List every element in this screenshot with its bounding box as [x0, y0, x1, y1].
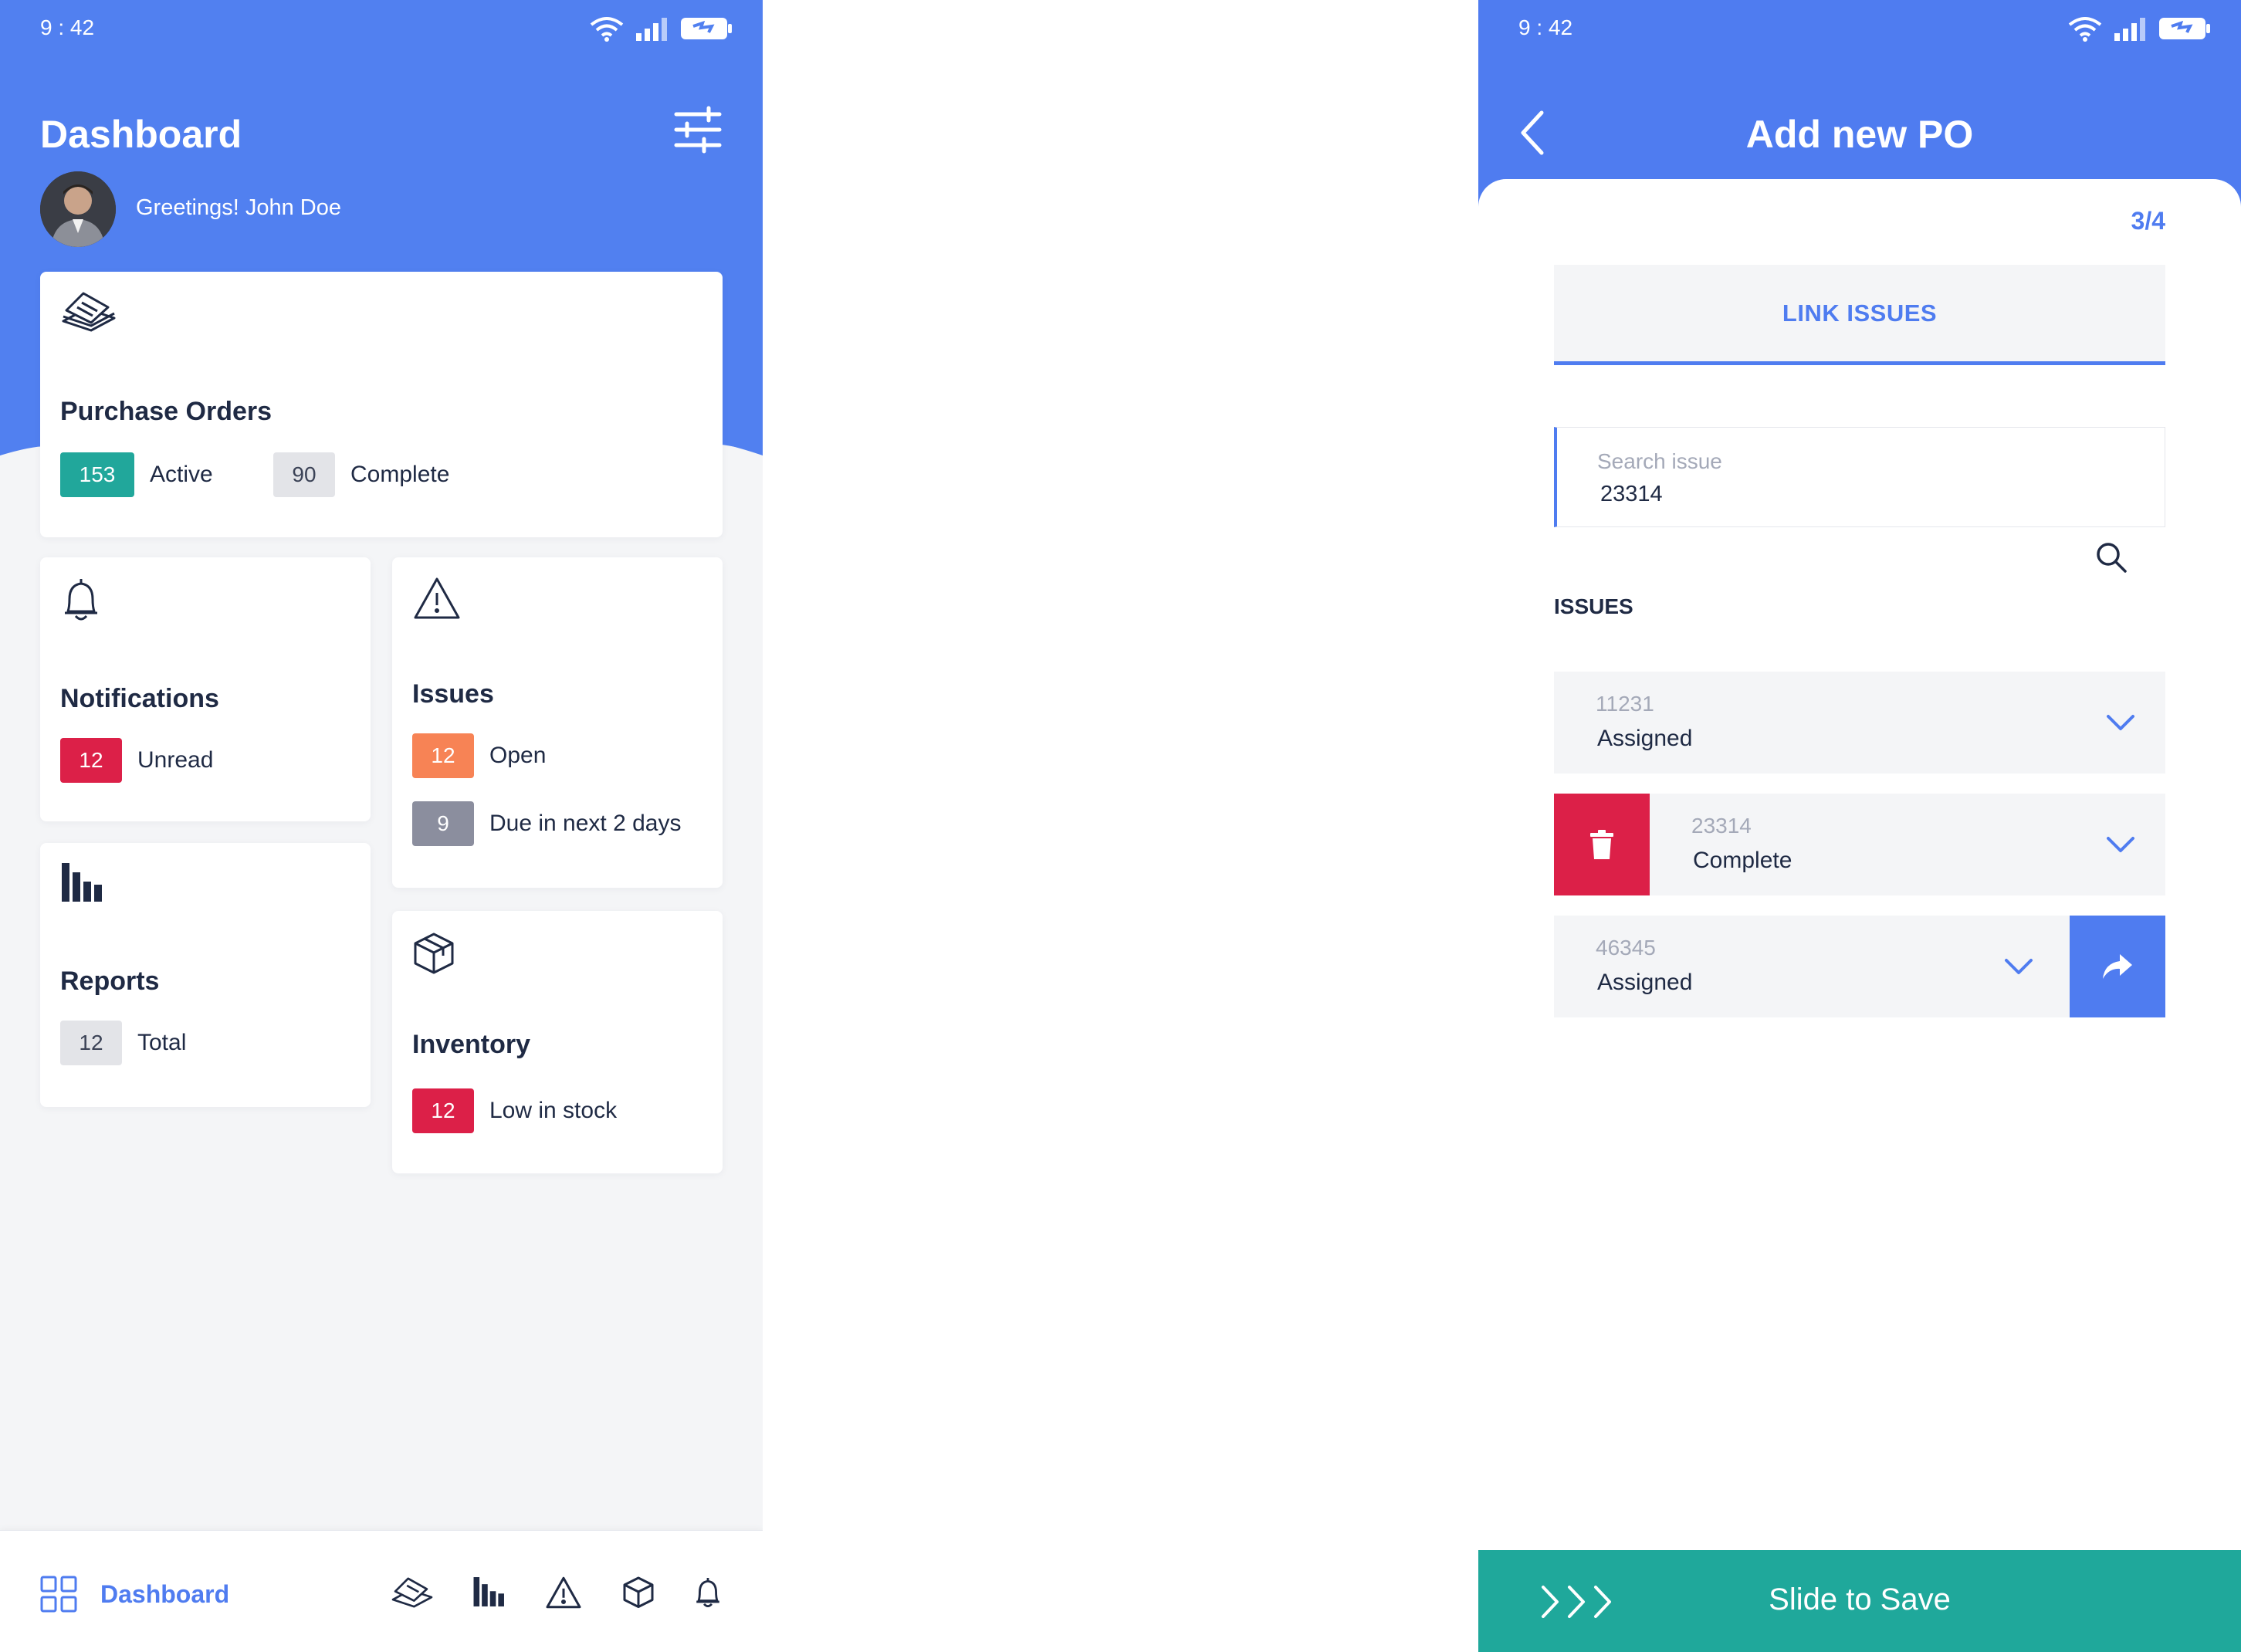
stat-label: Unread [137, 747, 214, 773]
card-title: Reports [60, 966, 160, 996]
wifi-icon [590, 17, 624, 42]
issue-id: 46345 [1596, 936, 1656, 960]
notifications-card[interactable]: Notifications 12 Unread [40, 557, 371, 821]
card-title: Inventory [412, 1030, 531, 1059]
search-value: 23314 [1600, 482, 1663, 506]
active-stat[interactable]: 153 Active [60, 452, 213, 497]
inventory-icon[interactable] [622, 1576, 655, 1608]
share-arrow-icon [2103, 954, 2132, 979]
dashboard-screen: 9 : 42 Dashboard Greetings! John Doe Pur… [0, 0, 763, 1652]
count-badge: 90 [273, 452, 335, 497]
issue-row[interactable]: 11231 Assigned [1554, 672, 2165, 774]
card-title: Notifications [60, 684, 219, 713]
count-badge: 12 [412, 733, 474, 778]
issue-id: 11231 [1596, 692, 1654, 716]
issue-row[interactable]: 23314 Complete [1650, 794, 2165, 895]
slide-to-save[interactable]: Slide to Save [1478, 1550, 2241, 1652]
slide-label: Slide to Save [1769, 1583, 1951, 1616]
nav-item-label: Dashboard [100, 1579, 230, 1608]
status-icons [2067, 15, 2212, 42]
chevron-down-icon[interactable] [2003, 956, 2034, 977]
issues-card[interactable]: Issues 12 Open 9 Due in next 2 days [392, 557, 723, 888]
stat-label: Complete [350, 462, 450, 487]
reports-icon[interactable] [472, 1576, 506, 1608]
page-title: Dashboard [40, 113, 242, 156]
step-indicator: 3/4 [2131, 207, 2165, 235]
wifi-icon [2068, 17, 2102, 42]
battery-icon [2159, 18, 2210, 39]
delete-button[interactable] [1554, 794, 1650, 895]
search-input[interactable]: Search issue 23314 [1554, 427, 2165, 527]
avatar[interactable] [40, 171, 116, 247]
issues-icon[interactable] [545, 1576, 582, 1610]
complete-stat[interactable]: 90 Complete [273, 452, 449, 497]
notifications-icon[interactable] [693, 1576, 723, 1610]
stat-label: Due in next 2 days [489, 811, 682, 836]
reports-card[interactable]: Reports 12 Total [40, 843, 371, 1107]
bottom-nav: Dashboard [0, 1530, 763, 1652]
chevron-down-icon[interactable] [2105, 712, 2136, 733]
low-stock-stat[interactable]: 12 Low in stock [412, 1088, 617, 1133]
greeting-text: Greetings! John Doe [136, 195, 341, 220]
open-stat[interactable]: 12 Open [412, 733, 546, 778]
stat-label: Open [489, 743, 547, 768]
count-badge: 153 [60, 452, 134, 497]
add-po-screen: 9 : 42 Add new PO 3/4 LINK ISSUES Search… [1478, 0, 2241, 1652]
signal-icon [2114, 18, 2145, 41]
unread-stat[interactable]: 12 Unread [60, 738, 213, 783]
stat-label: Low in stock [489, 1098, 618, 1123]
filter-button[interactable] [673, 105, 723, 154]
page-title: Add new PO [1745, 113, 1974, 156]
count-badge: 9 [412, 801, 474, 846]
trash-icon [1590, 830, 1613, 859]
dashboard-grid-icon [40, 1576, 77, 1613]
user-avatar-image [40, 171, 116, 247]
search-icon [2097, 543, 2127, 573]
purchase-orders-card[interactable]: Purchase Orders 153 Active 90 Complete [40, 272, 723, 537]
sliders-icon [674, 106, 722, 154]
warning-icon [414, 577, 460, 619]
search-placeholder: Search issue [1597, 449, 1722, 473]
issue-status: Assigned [1597, 970, 1693, 995]
card-title: Purchase Orders [60, 397, 273, 426]
issues-heading: ISSUES [1554, 594, 1633, 618]
count-badge: 12 [60, 738, 122, 783]
status-icons [588, 15, 733, 42]
status-time: 9 : 42 [40, 15, 95, 39]
forward-button[interactable] [2070, 916, 2165, 1017]
purchase-orders-icon [62, 292, 116, 332]
issue-status: Complete [1693, 848, 1792, 873]
battery-icon [681, 18, 732, 39]
total-stat[interactable]: 12 Total [60, 1021, 186, 1065]
stat-label: Total [137, 1030, 187, 1055]
issue-id: 23314 [1691, 814, 1752, 838]
search-button[interactable] [2094, 540, 2128, 574]
tab-link-issues[interactable]: LINK ISSUES [1554, 265, 2165, 365]
due-stat[interactable]: 9 Due in next 2 days [412, 801, 681, 846]
bar-chart-icon [62, 863, 102, 902]
count-badge: 12 [412, 1088, 474, 1133]
card-title: Issues [412, 679, 494, 709]
nav-item-dashboard[interactable]: Dashboard [40, 1576, 229, 1613]
issue-status: Assigned [1597, 726, 1693, 751]
count-badge: 12 [60, 1021, 122, 1065]
stat-label: Active [150, 462, 213, 487]
inventory-card[interactable]: Inventory 12 Low in stock [392, 911, 723, 1173]
issue-row[interactable]: 46345 Assigned [1554, 916, 2070, 1017]
purchase-orders-icon[interactable] [391, 1576, 434, 1610]
signal-icon [636, 18, 667, 41]
chevron-down-icon[interactable] [2105, 834, 2136, 855]
status-time: 9 : 42 [1518, 15, 1573, 39]
box-icon [414, 933, 454, 974]
bell-icon [65, 579, 97, 621]
